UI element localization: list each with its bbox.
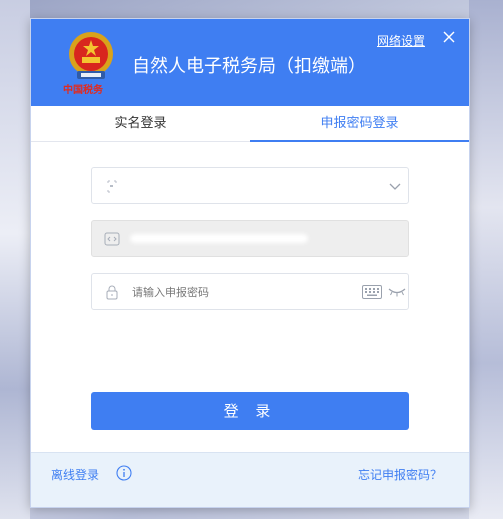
offline-login-link[interactable]: 离线登录 <box>51 466 99 483</box>
user-selector-icon <box>107 180 117 193</box>
desktop-backdrop-right <box>469 0 503 519</box>
redacted-id-value <box>130 234 308 243</box>
taxpayer-id-field <box>91 220 409 257</box>
login-window: 中国税务 自然人电子税务局（扣缴端） 网络设置 实名登录 申报密码登录 登 录 … <box>30 18 470 508</box>
login-button[interactable]: 登 录 <box>91 392 409 430</box>
info-icon[interactable] <box>116 465 132 481</box>
app-title: 自然人电子税务局（扣缴端） <box>132 56 366 77</box>
lock-icon <box>106 285 118 300</box>
eye-closed-icon[interactable] <box>388 286 406 298</box>
tab-real-name-login[interactable]: 实名登录 <box>31 106 250 142</box>
chevron-down-icon[interactable] <box>388 179 402 193</box>
code-icon <box>104 232 120 246</box>
national-emblem-icon <box>69 32 113 79</box>
header-bar: 中国税务 自然人电子税务局（扣缴端） 网络设置 <box>31 19 469 106</box>
tab-declaration-password-login[interactable]: 申报密码登录 <box>250 106 469 142</box>
keyboard-icon[interactable] <box>362 285 382 299</box>
brand-text: 中国税务 <box>63 85 103 96</box>
forgot-password-link[interactable]: 忘记申报密码？ <box>358 466 442 483</box>
password-field <box>91 273 409 310</box>
desktop-backdrop-left <box>0 0 30 519</box>
login-tabs: 实名登录 申报密码登录 <box>31 106 469 142</box>
account-select[interactable] <box>91 167 409 204</box>
footer-bar: 离线登录 忘记申报密码？ <box>31 452 469 507</box>
password-input[interactable] <box>132 281 352 303</box>
active-tab-indicator <box>250 140 469 142</box>
network-settings-link[interactable]: 网络设置 <box>377 32 425 49</box>
close-icon[interactable] <box>441 29 457 45</box>
